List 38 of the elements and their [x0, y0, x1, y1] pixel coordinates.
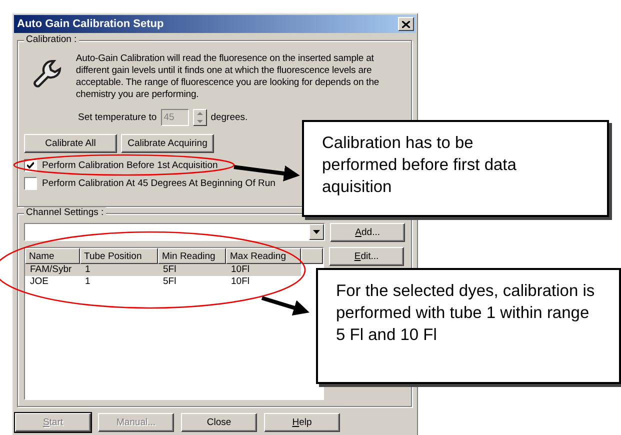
pointer-arrow — [261, 296, 310, 316]
close-icon — [402, 20, 410, 28]
group-label: Calibration : — [24, 34, 79, 45]
temperature-label: Set temperature to — [78, 112, 157, 123]
column-header[interactable]: Min Reading — [158, 248, 226, 264]
table-cell-text: 5Fl — [162, 264, 178, 276]
spinner[interactable] — [192, 109, 207, 126]
channel-row[interactable]: JOE 1 5Fl 10Fl — [25, 276, 301, 288]
degrees-label: degrees. — [210, 112, 248, 123]
calibrate-button[interactable]: Calibrate Acquiring — [121, 134, 214, 153]
edit-button[interactable]: Edit... — [329, 247, 404, 266]
table-cell-text: 5Fl — [162, 276, 178, 288]
window-title: Auto Gain Calibration Setup — [17, 18, 164, 30]
table-cell-text: FAM/Sybr — [29, 264, 73, 276]
channel-dropdown[interactable] — [24, 223, 326, 241]
table-cell-text: 1 — [84, 276, 92, 288]
checkbox-label: Perform Calibration At 45 Degrees At Beginning Of Run — [42, 178, 276, 189]
checkbox-label: Perform Calibration Before 1st Acquisition — [42, 160, 218, 171]
column-header[interactable] — [301, 248, 323, 264]
column-header[interactable]: Max Reading — [226, 248, 301, 264]
checkmark-icon — [27, 162, 34, 169]
footer-button[interactable]: Close — [181, 413, 257, 432]
channel-row[interactable]: FAM/Sybr 1 5Fl 10Fl — [25, 264, 301, 276]
column-header[interactable]: Tube Position — [80, 248, 158, 264]
callout-note: Calibration has to be performed before first data aquisition — [302, 120, 609, 217]
callout-note: For the selected dyes, calibration is performed with tube 1 within range 5 Fl and 10 Fl — [316, 268, 621, 384]
table-cell-text: JOE — [29, 276, 50, 288]
add-button[interactable]: Add... — [330, 223, 405, 242]
calibrate-button[interactable]: Calibrate All — [24, 134, 117, 153]
table-cell-text: 10Fl — [230, 276, 250, 288]
table-cell-text: 1 — [84, 264, 92, 276]
close-button[interactable] — [398, 17, 414, 31]
description-text: Auto-Gain Calibration will read the fluoresence on the inserted sample at different gain levels until it finds one at which the fluorescence levels are acceptable. The range of fluorescence you are looking for depends on the chemistry you are performing. — [76, 53, 380, 101]
column-header[interactable]: Name — [25, 248, 80, 264]
table-cell-text: 10Fl — [230, 264, 250, 276]
footer-button[interactable]: Help — [264, 413, 340, 432]
group-label: Channel Settings : — [24, 207, 106, 218]
checkbox[interactable] — [24, 177, 37, 190]
